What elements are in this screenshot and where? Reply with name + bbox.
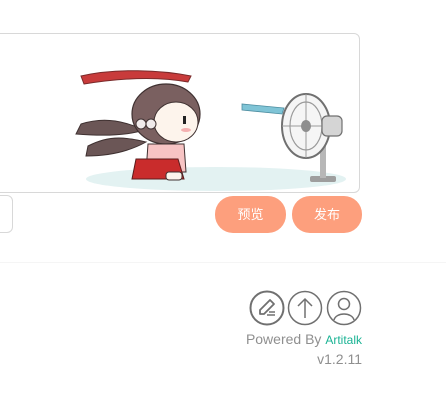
artitalk-widget: 预览 发布 Powered By Artitalk v1.2.11 bbox=[0, 0, 446, 419]
comment-editor[interactable] bbox=[0, 33, 360, 193]
footer-toolbar bbox=[249, 290, 363, 328]
edit-icon[interactable] bbox=[249, 290, 285, 326]
user-icon[interactable] bbox=[326, 290, 362, 326]
nickname-input[interactable] bbox=[0, 195, 13, 233]
preview-button[interactable]: 预览 bbox=[215, 196, 286, 233]
section-divider bbox=[0, 262, 446, 263]
send-button[interactable]: 发布 bbox=[292, 196, 362, 233]
powered-by: Powered By Artitalk bbox=[246, 331, 362, 347]
artitalk-link[interactable]: Artitalk bbox=[325, 333, 362, 347]
powered-by-label: Powered By bbox=[245, 331, 326, 347]
fan-girl-illustration bbox=[75, 70, 346, 191]
arrow-up-icon[interactable] bbox=[287, 290, 323, 326]
version-label: v1.2.11 bbox=[317, 351, 362, 367]
